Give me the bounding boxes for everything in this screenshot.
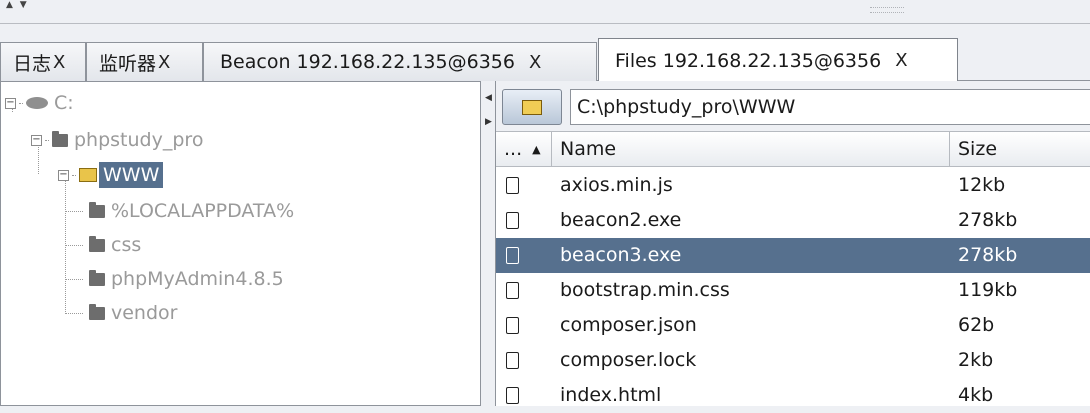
tree-node-drive[interactable]: − C: [5, 88, 74, 118]
folder-icon [89, 235, 105, 252]
directory-tree[interactable]: − C: − phpstudy_pro − WWW %LOCALAPPDATA%… [0, 81, 481, 406]
folder-up-button[interactable] [502, 89, 562, 125]
tree-label: css [111, 234, 142, 256]
collapse-icon[interactable]: − [31, 134, 42, 146]
tab-bar: 日志 X 监听器 X Beacon 192.168.22.135@6356 X … [0, 24, 1090, 82]
tab-files[interactable]: Files 192.168.22.135@6356 X [598, 38, 958, 82]
tree-node-child[interactable]: vendor [65, 298, 177, 328]
folder-icon [89, 201, 105, 218]
file-icon [506, 247, 519, 264]
tab-label: Files 192.168.22.135@6356 [615, 49, 882, 72]
table-header: ... ▲ Name Size [496, 131, 1090, 167]
top-splitter-strip: ▲ ▼ [0, 0, 1090, 24]
folder-icon [52, 130, 68, 147]
tab-beacon[interactable]: Beacon 192.168.22.135@6356 X [203, 42, 597, 81]
file-icon [506, 177, 519, 194]
collapse-icon[interactable]: − [58, 169, 69, 181]
file-size: 278kb [958, 244, 1018, 266]
file-size: 4kb [958, 384, 994, 406]
table-row[interactable]: index.html 4kb [496, 378, 1090, 413]
tree-node-child[interactable]: phpMyAdmin4.8.5 [65, 264, 284, 294]
file-icon [506, 317, 519, 334]
table-row[interactable]: beacon2.exe 278kb [496, 203, 1090, 238]
file-name: axios.min.js [560, 174, 673, 196]
collapse-icon[interactable]: − [5, 97, 16, 109]
file-icon [506, 212, 519, 229]
path-bar [496, 81, 1090, 131]
path-input[interactable] [570, 89, 1090, 125]
file-size: 12kb [958, 174, 1006, 196]
folder-icon [89, 303, 105, 320]
tab-label: 日志 [13, 52, 52, 75]
file-icon [506, 387, 519, 404]
file-size: 2kb [958, 349, 994, 371]
file-name: composer.json [560, 314, 697, 336]
file-size: 278kb [958, 209, 1018, 231]
tab-close-icon[interactable]: X [529, 52, 541, 73]
file-icon [506, 352, 519, 369]
tree-label: C: [54, 92, 74, 114]
tree-label: vendor [111, 302, 178, 324]
table-row[interactable]: composer.json 62b [496, 308, 1090, 343]
folder-icon [89, 269, 105, 286]
table-row[interactable]: composer.lock 2kb [496, 343, 1090, 378]
file-name: index.html [560, 384, 662, 406]
folder-icon [522, 99, 542, 115]
tree-label: phpMyAdmin4.8.5 [111, 268, 284, 290]
tab-close-icon[interactable]: X [895, 50, 907, 71]
tab-log[interactable]: 日志 X [0, 42, 86, 81]
table-row-selected[interactable]: beacon3.exe 278kb [496, 238, 1090, 273]
tree-label: %LOCALAPPDATA% [111, 200, 295, 222]
column-header-size[interactable]: Size [950, 132, 1090, 167]
tree-node-child[interactable]: css [65, 230, 141, 260]
table-row[interactable]: axios.min.js 12kb [496, 168, 1090, 203]
vertical-splitter[interactable]: ◀ ▶ [481, 81, 495, 406]
sort-ascending-icon: ▲ [532, 143, 541, 156]
column-header-name[interactable]: Name [552, 132, 950, 167]
column-header-icon[interactable]: ... ▲ [496, 132, 552, 167]
tree-node-www[interactable]: − WWW [58, 160, 164, 190]
file-name: composer.lock [560, 349, 697, 371]
tree-label: phpstudy_pro [74, 129, 204, 151]
file-size: 62b [958, 314, 995, 336]
tree-node-phpstudy[interactable]: − phpstudy_pro [31, 125, 203, 155]
table-row[interactable]: bootstrap.min.css 119kb [496, 273, 1090, 308]
tab-close-icon[interactable]: X [158, 52, 170, 73]
open-folder-icon [79, 168, 97, 182]
splitter-grip[interactable] [870, 7, 904, 13]
arrow-left-icon[interactable]: ◀ [485, 93, 492, 103]
drive-icon [26, 97, 48, 109]
file-name: beacon3.exe [560, 244, 682, 266]
tab-label: Beacon 192.168.22.135@6356 [220, 51, 515, 73]
file-icon [506, 282, 519, 299]
file-name: beacon2.exe [560, 209, 682, 231]
tree-label-selected: WWW [99, 162, 164, 188]
file-size: 119kb [958, 279, 1018, 301]
splitter-arrows-icon[interactable]: ▲ ▼ [6, 0, 29, 10]
file-name: bootstrap.min.css [560, 279, 730, 301]
tab-label: 监听器 [99, 52, 157, 75]
tab-close-icon[interactable]: X [53, 52, 65, 73]
tree-node-child[interactable]: %LOCALAPPDATA% [65, 196, 294, 226]
arrow-right-icon[interactable]: ▶ [485, 117, 492, 127]
file-browser: ...▲ Name Size axios.min.js 12kb beacon2… [495, 81, 1090, 406]
tab-listeners[interactable]: 监听器 X [86, 42, 203, 81]
